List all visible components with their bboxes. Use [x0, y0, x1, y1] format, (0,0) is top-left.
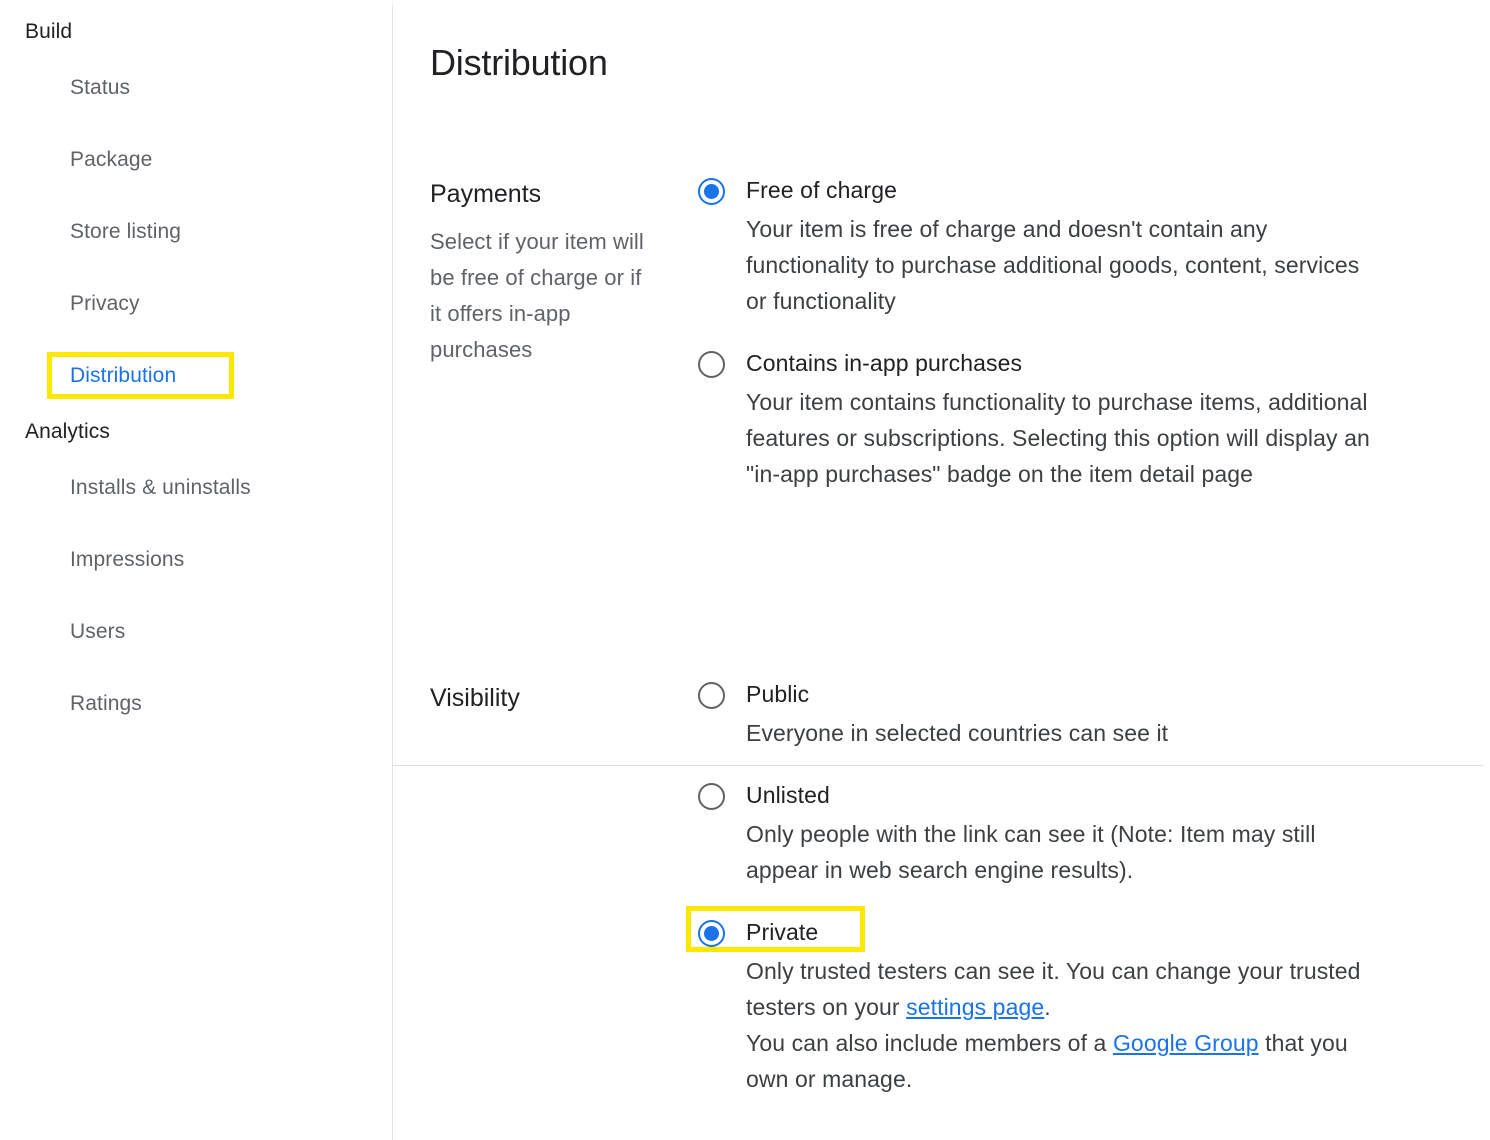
private-description-text-1: Only trusted testers can see it. You can…: [746, 958, 1361, 1020]
payments-label-column: Payments Select if your item will be fre…: [430, 178, 660, 368]
radio-icon-unselected[interactable]: [698, 351, 725, 378]
sidebar-item-label: Status: [70, 76, 131, 99]
radio-icon-selected[interactable]: [698, 178, 725, 205]
sidebar-item-impressions[interactable]: Impressions: [0, 524, 392, 596]
private-description-text-2: .: [1044, 994, 1051, 1020]
radio-icon-unselected[interactable]: [698, 783, 725, 810]
sidebar-item-distribution[interactable]: Distribution: [0, 340, 392, 412]
sidebar-group-title-analytics: Analytics: [25, 420, 110, 443]
radio-description-unlisted: Only people with the link can see it (No…: [746, 821, 1316, 883]
radio-description-public: Everyone in selected countries can see i…: [746, 720, 1169, 746]
sidebar-navigation: Build Status Package Store listing Priva…: [0, 0, 392, 1140]
radio-icon-unselected[interactable]: [698, 682, 725, 709]
radio-label-free-of-charge: Free of charge: [746, 177, 897, 203]
sidebar-item-label: Package: [70, 148, 153, 171]
radio-label-public: Public: [746, 681, 810, 707]
radio-label-private: Private: [746, 919, 819, 945]
payments-description: Select if your item will be free of char…: [430, 229, 644, 362]
radio-option-unlisted[interactable]: Unlisted Only people with the link can s…: [698, 779, 1398, 888]
payments-heading: Payments: [430, 180, 542, 208]
google-group-link[interactable]: Google Group: [1113, 1030, 1259, 1056]
sidebar-item-package[interactable]: Package: [0, 124, 392, 196]
sidebar-item-status[interactable]: Status: [0, 52, 392, 124]
radio-option-public[interactable]: Public Everyone in selected countries ca…: [698, 678, 1398, 751]
settings-page-link[interactable]: settings page: [906, 994, 1044, 1020]
radio-option-private[interactable]: Private Only trusted testers can see it.…: [686, 906, 1398, 1097]
sidebar-item-store-listing[interactable]: Store listing: [0, 196, 392, 268]
sidebar-item-ratings[interactable]: Ratings: [0, 668, 392, 740]
visibility-heading: Visibility: [430, 684, 520, 712]
radio-label-contains-in-app-purchases: Contains in-app purchases: [746, 350, 1023, 376]
page-title: Distribution: [430, 42, 608, 84]
sidebar-item-users[interactable]: Users: [0, 596, 392, 668]
sidebar-item-privacy[interactable]: Privacy: [0, 268, 392, 340]
radio-icon-selected[interactable]: [698, 920, 725, 947]
sidebar-item-label: Distribution: [70, 364, 177, 387]
distribution-settings-page: Build Status Package Store listing Priva…: [0, 0, 1490, 1140]
radio-description-free-of-charge: Your item is free of charge and doesn't …: [746, 216, 1360, 314]
visibility-label-column: Visibility: [430, 682, 660, 714]
radio-label-unlisted: Unlisted: [746, 782, 830, 808]
sidebar-item-label: Impressions: [70, 548, 185, 571]
payments-options: Free of charge Your item is free of char…: [698, 174, 1398, 492]
sidebar-item-label: Ratings: [70, 692, 142, 715]
sidebar-item-label: Store listing: [70, 220, 182, 243]
radio-option-contains-in-app-purchases[interactable]: Contains in-app purchases Your item cont…: [698, 347, 1398, 492]
sidebar-item-label: Users: [70, 620, 126, 643]
radio-description-contains-in-app-purchases: Your item contains functionality to purc…: [746, 389, 1370, 487]
radio-description-private: Only trusted testers can see it. You can…: [746, 953, 1386, 1097]
sidebar-group-title-build: Build: [25, 20, 73, 43]
sidebar-item-installs-uninstalls[interactable]: Installs & uninstalls: [0, 452, 392, 524]
section-payments: Payments Select if your item will be fre…: [393, 160, 1490, 766]
sidebar-item-label: Privacy: [70, 292, 140, 315]
sidebar-item-label: Installs & uninstalls: [70, 476, 251, 499]
main-content: Distribution Payments Select if your ite…: [393, 0, 1490, 1140]
radio-option-free-of-charge[interactable]: Free of charge Your item is free of char…: [698, 174, 1398, 319]
visibility-options: Public Everyone in selected countries ca…: [686, 678, 1398, 1097]
private-description-text-3: You can also include members of a: [746, 1030, 1113, 1056]
section-visibility: Visibility Public Everyone in selected c…: [393, 606, 1490, 1140]
